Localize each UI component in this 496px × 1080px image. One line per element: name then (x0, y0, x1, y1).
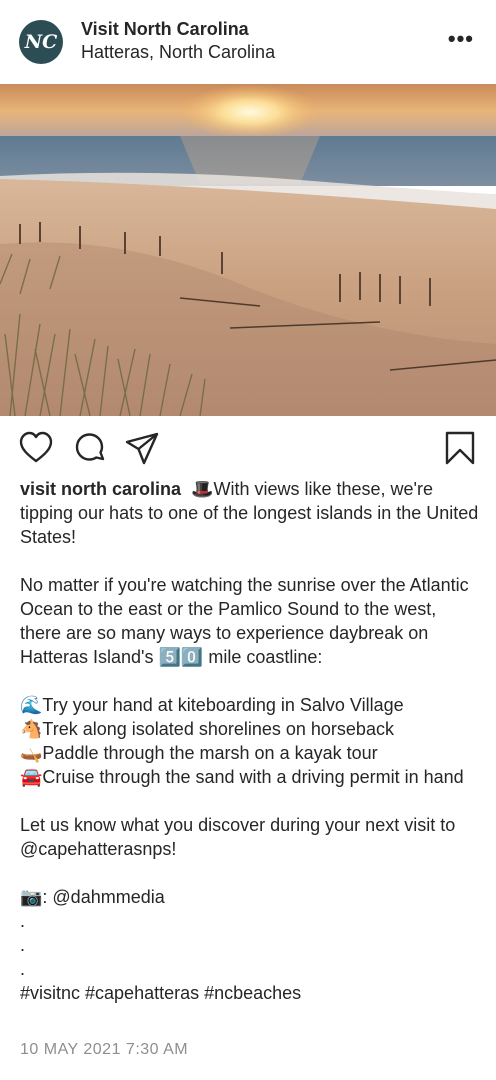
post-timestamp[interactable]: 10 MAY 2021 7:30 AM (20, 1041, 188, 1059)
post-header: NC Visit North Carolina Hatteras, North … (0, 0, 496, 84)
location-link[interactable]: Hatteras, North Carolina (81, 41, 275, 64)
share-button[interactable] (124, 430, 160, 466)
post-photo[interactable] (0, 84, 496, 416)
post-actions (0, 424, 496, 470)
caption-list-item: 🚘Cruise through the sand with a driving … (20, 767, 464, 787)
caption-dot: . (20, 935, 26, 955)
account-info: Visit North Carolina Hatteras, North Car… (81, 18, 275, 64)
caption-list-item: 🌊Try your hand at kiteboarding in Salvo … (20, 695, 404, 715)
send-icon (125, 432, 159, 465)
heart-icon (19, 431, 53, 463)
avatar[interactable]: NC (19, 20, 63, 64)
bookmark-icon (445, 431, 475, 465)
save-button[interactable] (442, 430, 478, 466)
caption-dot: . (20, 911, 26, 931)
beach-sunrise-image (0, 84, 496, 416)
post-caption: visit north carolina 🎩With views like th… (20, 477, 480, 1005)
photo-credit: 📷: @dahmmedia (20, 887, 165, 907)
more-options-button[interactable]: ••• (448, 28, 474, 50)
comment-button[interactable] (72, 430, 108, 466)
caption-list-item: 🛶Paddle through the marsh on a kayak tou… (20, 743, 378, 763)
comment-icon (75, 433, 105, 461)
caption-hashtags[interactable]: #visitnc #capehatteras #ncbeaches (20, 981, 480, 1005)
caption-paragraph: No matter if you're watching the sunrise… (20, 575, 469, 667)
caption-username[interactable]: visit north carolina (20, 479, 181, 499)
caption-dot: . (20, 959, 26, 979)
like-button[interactable] (18, 430, 54, 466)
caption-list-item: 🐴Trek along isolated shorelines on horse… (20, 719, 394, 739)
caption-paragraph: Let us know what you discover during you… (20, 815, 456, 859)
account-name[interactable]: Visit North Carolina (81, 18, 275, 41)
